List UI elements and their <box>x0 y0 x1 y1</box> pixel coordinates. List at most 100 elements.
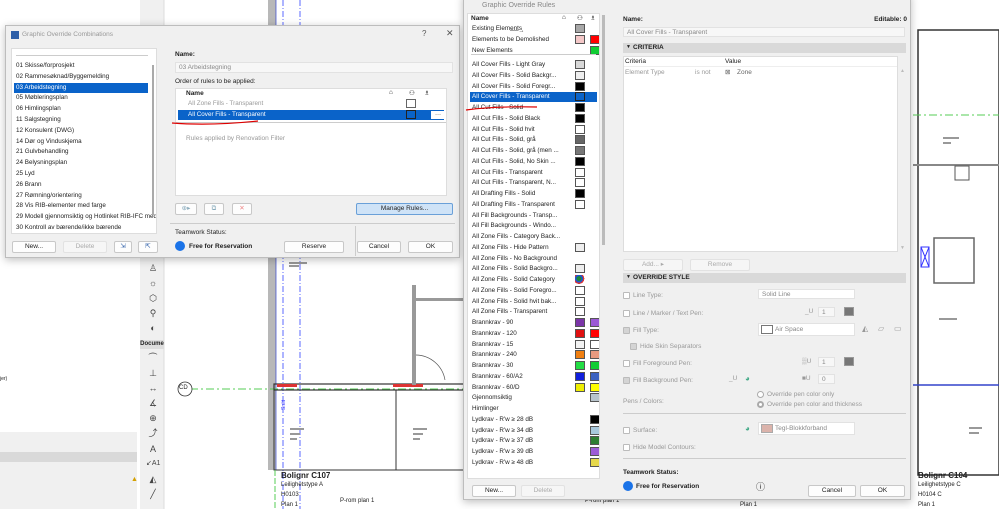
section-marker-label[interactable]: Snitt <box>281 400 287 410</box>
drafting-fill-icon[interactable]: ▭ <box>894 324 902 333</box>
object-tool-icon[interactable]: ♙ <box>146 262 160 274</box>
toolbox-section-documentation[interactable]: Docume <box>140 340 164 349</box>
rule-list-item[interactable]: Brannkrav - 90 <box>470 318 599 328</box>
scroll-up-icon[interactable]: ▲ <box>900 68 905 74</box>
pin-tool-icon[interactable]: ⚲ <box>146 307 160 319</box>
rule-list-item[interactable]: Lydkrav - R'w ≥ 39 dB <box>470 447 599 457</box>
rule-list-item[interactable]: Existing Elements <box>470 24 597 34</box>
rules-list[interactable]: Name ⌂ ⚇ ♗ Existing Elements Elements to … <box>467 13 600 479</box>
label-tool-icon[interactable]: ↙A1 <box>146 458 160 470</box>
duplicate-icon[interactable]: ⧉ <box>204 203 224 215</box>
combination-item[interactable]: 02 Rammesøknad/Byggemelding <box>14 72 148 82</box>
cancel-button[interactable]: Cancel <box>808 485 856 497</box>
level-dimension-icon[interactable]: ⤴ <box>146 427 160 439</box>
fill-foreground-field[interactable]: 1 <box>818 357 835 367</box>
rule-list-item[interactable]: Lydkrav - R'w ≥ 48 dB <box>470 457 599 468</box>
new-rule-button[interactable]: New... <box>472 485 516 497</box>
combination-item[interactable]: 14 Dør og Vinduskjema <box>14 137 148 147</box>
export-icon[interactable]: ⇱ <box>138 241 158 253</box>
info-icon[interactable]: ⓘ <box>756 480 765 493</box>
rule-list-item[interactable]: All Fill Backgrounds - Transp... <box>470 211 597 221</box>
rule-list-item[interactable]: Brannkrav - 30 <box>470 361 599 371</box>
line-tool-icon[interactable]: ╱ <box>146 488 160 500</box>
fill-foreground-checkbox[interactable] <box>623 360 630 367</box>
rule-list-item[interactable]: All Cover Fills - Light Gray <box>470 60 597 70</box>
hide-skin-checkbox[interactable] <box>630 343 637 350</box>
text-tool-icon[interactable]: A <box>146 443 160 455</box>
remove-rule-icon[interactable]: ✕ <box>232 203 252 215</box>
rule-list-item[interactable]: All Cut Fills - Solid, grå <box>470 135 597 145</box>
line-pen-field[interactable]: 1 <box>818 307 835 317</box>
combination-item[interactable]: 05 Møbleringsplan <box>14 93 148 103</box>
radio-pen-color-only[interactable] <box>757 391 764 398</box>
override-style-section-header[interactable]: OVERRIDE STYLE <box>623 273 906 283</box>
hide-contours-checkbox[interactable] <box>623 444 630 451</box>
rule-list-item[interactable]: All Zone Fills - Transparent <box>470 307 597 317</box>
rule-list-item[interactable]: All Zone Fills - Solid Backgro... <box>470 264 597 274</box>
combination-item[interactable]: 27 Rømning/orientering <box>14 191 148 201</box>
fill-background-checkbox[interactable] <box>623 377 630 384</box>
dimension-tool-icon[interactable]: ↔ <box>146 382 160 394</box>
color-wheel-icon[interactable]: ◕ <box>745 374 750 383</box>
line-type-select[interactable]: Solid Line <box>758 289 855 299</box>
scroll-down-icon[interactable]: ▼ <box>900 245 905 251</box>
delete-combination-button[interactable]: Delete <box>63 241 107 253</box>
rule-list-item[interactable]: All Zone Fills - Hide Pattern <box>470 242 597 253</box>
rule-list-item[interactable]: All Zone Fills - Solid hvit bak... <box>470 296 597 307</box>
ok-button[interactable]: OK <box>860 485 905 497</box>
manage-rules-button[interactable]: Manage Rules... <box>356 203 453 215</box>
combination-item[interactable]: 21 Gulvbehandling <box>14 147 148 157</box>
list-scrollbar[interactable] <box>152 65 154 215</box>
cover-fill-icon[interactable]: ▱ <box>878 324 884 333</box>
rules-list-scrollbar[interactable] <box>602 15 605 245</box>
rule-list-item[interactable]: Brannkrav - 15 <box>470 339 599 350</box>
pen-icon[interactable]: _U <box>729 375 737 382</box>
rule-list-item[interactable]: All Cover Fills - Solid Backgr... <box>470 70 597 81</box>
import-icon[interactable]: ⇲ <box>114 241 132 253</box>
collapse-icon[interactable]: ▼ <box>626 274 631 280</box>
fill-background-field[interactable]: 0 <box>818 374 835 384</box>
delete-rule-button[interactable]: Delete <box>521 485 565 497</box>
fill-tool-icon[interactable]: ◭ <box>146 473 160 485</box>
rule-list-item[interactable]: All Drafting Fills - Transparent <box>470 199 597 210</box>
combination-item[interactable]: 30 Kontroll av bærende/ikke bærende <box>14 223 148 233</box>
rule-list-item[interactable]: All Cover Fills - Solid Foregr... <box>470 81 597 92</box>
cut-fill-icon[interactable]: ◭ <box>862 324 868 333</box>
rule-list-item[interactable]: All Zone Fills - Solid Foregro... <box>470 285 597 296</box>
rule-list-item[interactable]: Brannkrav - 60/A2 <box>470 371 599 382</box>
column-tool-icon[interactable]: ⬡ <box>146 292 160 304</box>
elevation-tool-icon[interactable]: ⊥ <box>146 367 160 379</box>
section-tool-icon[interactable]: ⏜ <box>146 352 160 364</box>
rule-list-item[interactable]: Gjennomsiktig <box>470 393 599 403</box>
rule-list-item[interactable]: Lydkrav - R'w ≥ 34 dB <box>470 425 599 436</box>
surface-checkbox[interactable] <box>623 427 630 434</box>
reserve-button[interactable]: Reserve <box>284 241 344 253</box>
combinations-list[interactable]: 01 Skisse/forprosjekt 02 Rammesøknad/Bygg… <box>11 48 157 234</box>
rule-list-item[interactable]: All Drafting Fills - Solid <box>470 189 597 199</box>
add-rule-icon[interactable]: ⊕▸ <box>175 203 197 215</box>
help-button[interactable]: ? <box>422 29 426 38</box>
combination-item[interactable]: 01 Skisse/forprosjekt <box>14 61 148 71</box>
combination-item[interactable]: 29 Modell gjennomsiktig og Hotlinket RIB… <box>14 212 156 222</box>
combination-item[interactable]: 25 Lyd <box>14 169 148 179</box>
pen-color-swatch[interactable] <box>844 357 854 366</box>
rule-list-item[interactable]: All Cover Fills - Transparent <box>470 92 597 103</box>
rule-list-item[interactable]: Lydkrav - R'w ≥ 37 dB <box>470 436 599 446</box>
cancel-button[interactable]: Cancel <box>357 241 401 253</box>
shell-tool-icon[interactable]: ◐ <box>146 322 160 334</box>
rule-list-item[interactable]: All Zone Fills - Solid Category <box>470 275 597 285</box>
rule-list-item[interactable]: Brannkrav - 240 <box>470 350 599 360</box>
rule-name-field[interactable]: All Cover Fills - Transparent <box>623 27 905 37</box>
rule-list-item[interactable]: Elements to be Demolished <box>470 34 599 45</box>
fill-type-checkbox[interactable] <box>623 327 630 334</box>
combination-item[interactable]: 06 Himlingsplan <box>14 104 148 114</box>
rule-list-item[interactable]: All Zone Fills - No Background <box>470 254 597 264</box>
pen-color-swatch[interactable] <box>844 307 854 316</box>
rule-list-item[interactable]: Brannkrav - 120 <box>470 328 599 339</box>
more-button[interactable]: … <box>431 110 445 119</box>
line-pen-checkbox[interactable] <box>623 310 630 317</box>
new-combination-button[interactable]: New... <box>12 241 56 253</box>
add-criteria-button[interactable]: Add... ▸ <box>623 259 683 271</box>
line-type-checkbox[interactable] <box>623 292 630 299</box>
combination-item[interactable]: 03 Arbeidstegning <box>14 82 148 93</box>
